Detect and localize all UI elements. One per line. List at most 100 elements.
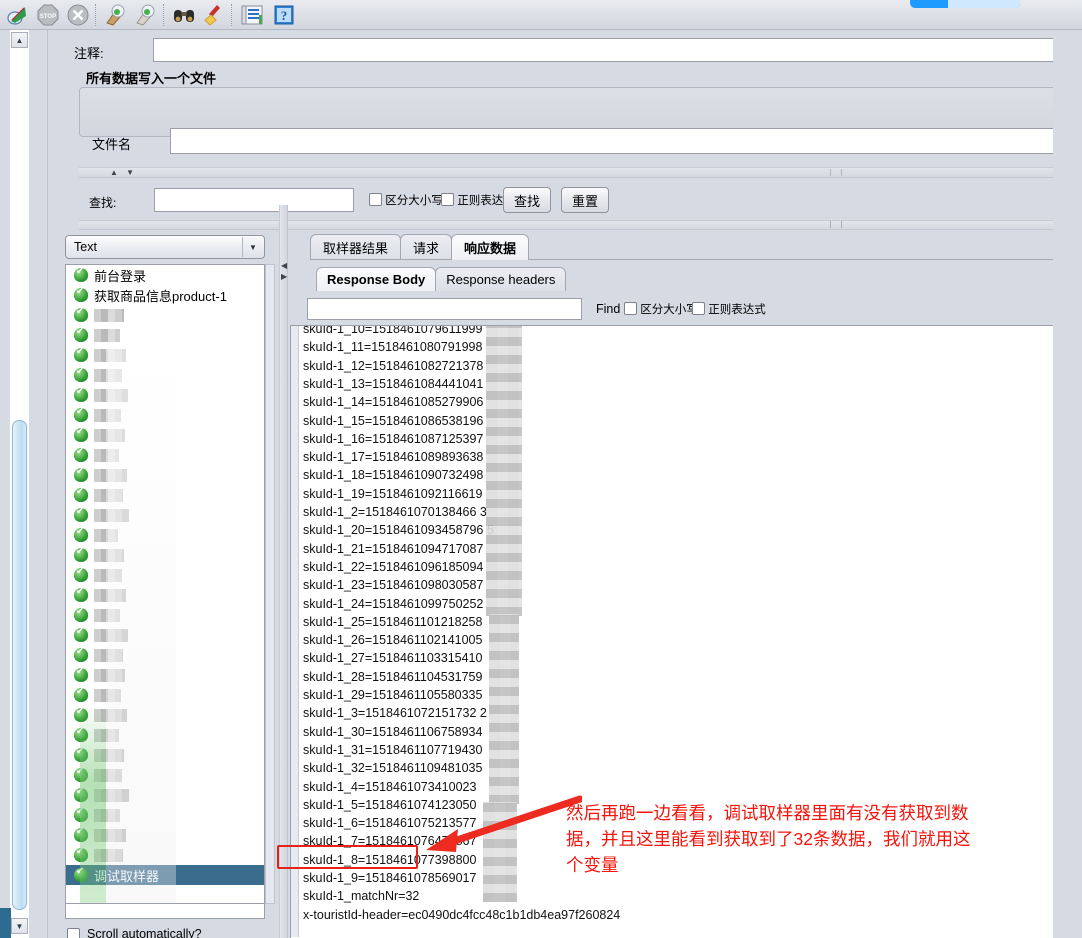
sampler-tree-item-label-redacted — [94, 508, 129, 522]
render-selector[interactable]: Text ▼ — [65, 235, 265, 259]
response-line: skuId-1_24=1518461099750252 — [303, 596, 484, 611]
content-gutter — [29, 30, 48, 938]
status-success-shield-icon — [74, 326, 88, 342]
search-binoculars-icon[interactable] — [172, 3, 196, 27]
function-helper-icon[interactable] — [240, 3, 264, 27]
sampler-tree-item[interactable] — [66, 325, 264, 345]
status-success-shield-icon — [74, 726, 88, 742]
sampler-tree-item[interactable] — [66, 685, 264, 705]
response-redaction-overlay-1 — [486, 326, 522, 616]
help-icon[interactable]: ? — [272, 3, 296, 27]
status-success-shield-icon — [74, 746, 88, 762]
find-regex-label: 正则表达式 — [708, 304, 766, 316]
sampler-tree-item[interactable] — [66, 485, 264, 505]
clear-all-icon[interactable] — [134, 3, 158, 27]
find-case-sensitive-wrap[interactable]: 区分大小写 — [624, 301, 698, 317]
splitter-top[interactable] — [79, 167, 1082, 178]
start-run-icon[interactable] — [6, 3, 30, 27]
clear-icon[interactable] — [104, 3, 128, 27]
status-success-shield-icon — [74, 266, 88, 282]
sampler-tree-item-label-redacted — [94, 568, 122, 582]
sampler-tree-item[interactable] — [66, 405, 264, 425]
sampler-tree-item[interactable] — [66, 445, 264, 465]
scroll-automatically-row[interactable]: Scroll automatically? — [67, 927, 202, 938]
sampler-tree-item-label-redacted — [94, 848, 123, 862]
sampler-tree-item[interactable] — [66, 805, 264, 825]
sampler-tree-item[interactable] — [66, 505, 264, 525]
vertical-split-divider[interactable]: ◀ ▶ — [279, 205, 288, 938]
find-regex-checkbox[interactable] — [692, 302, 705, 315]
status-success-shield-icon — [74, 646, 88, 662]
sampler-tree-item-label-redacted — [94, 588, 126, 602]
sampler-tree-item[interactable] — [66, 385, 264, 405]
comment-input[interactable] — [153, 38, 1082, 62]
splitter-grip-right[interactable] — [830, 169, 842, 176]
sampler-tree-item-label: 获取商品信息product-1 — [94, 288, 227, 304]
response-line: skuId-1_4=1518461073410023 — [303, 779, 477, 794]
sampler-tree-item[interactable] — [66, 585, 264, 605]
sampler-tree-item-selected[interactable]: 调试取样器 — [66, 865, 264, 885]
result-tab-1[interactable]: 请求 — [400, 234, 453, 260]
sampler-tree-item[interactable] — [66, 645, 264, 665]
sampler-tree-item[interactable] — [66, 665, 264, 685]
sampler-tree-item[interactable] — [66, 745, 264, 765]
sampler-tree-item[interactable] — [66, 625, 264, 645]
filename-input[interactable] — [170, 128, 1082, 154]
outer-scrollbar-thumb[interactable] — [12, 420, 27, 910]
scroll-automatically-checkbox[interactable] — [67, 927, 80, 938]
response-subtab-0[interactable]: Response Body — [316, 267, 437, 291]
tree-vertical-scrollbar[interactable] — [265, 264, 275, 904]
sampler-tree-item[interactable] — [66, 365, 264, 385]
sampler-tree-item-label-redacted — [94, 528, 118, 542]
sampler-tree-item[interactable] — [66, 525, 264, 545]
reset-search-broom-icon[interactable] — [202, 3, 226, 27]
sampler-tree-item-label-redacted — [94, 328, 120, 342]
response-line: skuId-1_19=1518461092116619 — [303, 486, 483, 501]
response-line: skuId-1_12=1518461082721378 — [303, 358, 484, 373]
status-success-shield-icon — [74, 346, 88, 362]
sampler-tree-item[interactable] — [66, 705, 264, 725]
status-success-shield-icon — [74, 426, 88, 442]
result-tab-2[interactable]: 响应数据 — [451, 234, 530, 260]
find-regex-wrap[interactable]: 正则表达式 — [692, 301, 766, 317]
sampler-tree-item[interactable] — [66, 345, 264, 365]
sampler-tree-item[interactable] — [66, 605, 264, 625]
split-collapse-arrows[interactable]: ◀ ▶ — [281, 260, 287, 282]
response-line: skuId-1_14=1518461085279906 — [303, 395, 484, 410]
sampler-tree-item[interactable] — [66, 785, 264, 805]
sampler-tree-item[interactable] — [66, 425, 264, 445]
splitter-arrows[interactable]: ▲ ▼ — [110, 168, 137, 177]
response-subtab-1[interactable]: Response headers — [435, 267, 567, 291]
stop-icon[interactable]: STOP — [36, 3, 60, 27]
status-success-shield-icon — [74, 406, 88, 422]
sampler-tree-item-label: 调试取样器 — [94, 868, 160, 884]
sampler-tree-item-label-redacted — [94, 308, 124, 322]
sampler-tree-item[interactable] — [66, 825, 264, 845]
sampler-tree-item[interactable] — [66, 765, 264, 785]
chip-dots: •• — [924, 0, 935, 5]
status-success-shield-icon — [74, 446, 88, 462]
result-tabs: 取样器结果 请求 响应数据 — [310, 234, 530, 260]
result-tab-0[interactable]: 取样器结果 — [310, 234, 402, 260]
scroll-up-arrow[interactable]: ▲ — [11, 32, 28, 48]
status-success-shield-icon — [74, 706, 88, 722]
status-success-shield-icon — [74, 766, 88, 782]
status-success-shield-icon — [74, 666, 88, 682]
sampler-tree-item[interactable]: 获取商品信息product-1 — [66, 285, 264, 305]
sampler-tree-item[interactable] — [66, 725, 264, 745]
response-find-input[interactable] — [307, 298, 582, 320]
sampler-tree-item[interactable]: 前台登录 — [66, 265, 264, 285]
find-case-sensitive-checkbox[interactable] — [624, 302, 637, 315]
window-right-edge — [1053, 30, 1082, 938]
sampler-tree-item[interactable] — [66, 545, 264, 565]
sampler-tree-item[interactable] — [66, 565, 264, 585]
sampler-tree-item[interactable] — [66, 305, 264, 325]
shutdown-icon[interactable] — [66, 3, 90, 27]
sampler-tree-item[interactable] — [66, 845, 264, 865]
group-title: 所有数据写入一个文件 — [86, 71, 217, 86]
sampler-tree[interactable]: 前台登录获取商品信息product-1 调试取样器 — [65, 264, 265, 904]
chevron-down-icon[interactable]: ▼ — [242, 237, 263, 257]
scroll-automatically-label: Scroll automatically? — [87, 927, 202, 938]
sampler-tree-item[interactable] — [66, 465, 264, 485]
scroll-down-arrow[interactable]: ▼ — [11, 918, 28, 934]
